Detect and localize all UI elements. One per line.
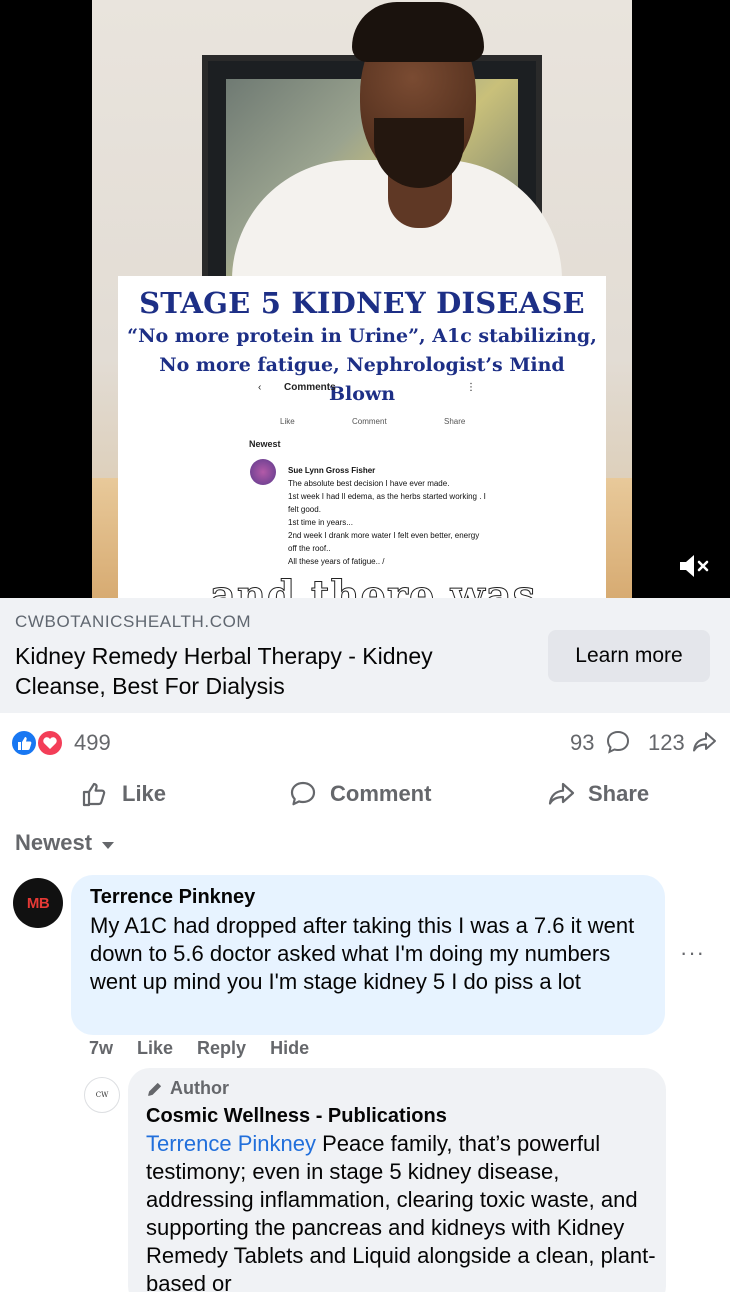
avatar-initials: MB [26,894,50,912]
embedded-line: 2nd week I drank more water I felt even … [288,531,480,553]
ad-headline[interactable]: Kidney Remedy Herbal Therapy - Kidney Cl… [15,641,515,701]
video-player[interactable]: STAGE 5 KIDNEY DISEASE “No more protein … [0,0,730,598]
speaker-muted-icon[interactable] [675,548,711,584]
comment-author[interactable]: Terrence Pinkney [90,886,255,909]
more-options-icon[interactable]: ··· [680,940,710,965]
reaction-count[interactable]: 499 [74,730,111,756]
thumbs-up-icon [82,782,106,807]
comment-label: Comment [330,781,432,806]
embedded-comment: Comment [352,417,387,426]
share-button[interactable]: Share [546,775,649,813]
reply-bubble[interactable]: Author Cosmic Wellness - Publications Te… [128,1068,666,1292]
author-badge-label: Author [170,1078,229,1098]
overlay-title: STAGE 5 KIDNEY DISEASE [139,286,585,320]
comment-bubble[interactable]: Terrence Pinkney My A1C had dropped afte… [71,875,665,1035]
comment-text: My A1C had dropped after taking this I w… [90,913,635,994]
comment-meta: 7w Like Reply Hide [89,1038,309,1059]
share-count[interactable]: 123 [648,730,685,756]
embedded-header: Comments [284,382,336,393]
comment-reply-link[interactable]: Reply [197,1038,246,1059]
comment-sort-dropdown[interactable]: Newest [15,830,115,856]
comment-hide-link[interactable]: Hide [270,1038,309,1059]
embedded-sort: Newest [249,439,281,449]
presenter-hair [352,2,484,62]
reaction-summary: 499 93 123 [0,713,730,771]
share-label: Share [588,781,650,806]
embedded-menu-icon: ⋮ [466,382,476,393]
ad-link-bar[interactable]: CWBOTANICSHEALTH.COM Kidney Remedy Herba… [0,598,730,713]
learn-more-button[interactable]: Learn more [548,630,710,682]
embedded-line: 1st week I had ll edema, as the herbs st… [288,492,486,514]
love-reaction-icon[interactable] [36,729,64,757]
embedded-avatar [250,459,276,485]
author-badge: Author [146,1078,229,1099]
avatar-logo-text: CW [95,1091,109,1099]
embedded-share: Share [444,417,466,426]
comment-bubble-icon [604,728,632,756]
embedded-line: All these years of fatigue.. / [288,557,385,566]
comment-text: Terrence Pinkney Peace family, that’s po… [146,1130,656,1292]
embedded-line: The absolute best decision I have ever m… [288,479,450,488]
share-icon [548,782,575,805]
ad-domain: CWBOTANICSHEALTH.COM [15,612,252,631]
comment-like-link[interactable]: Like [137,1038,173,1059]
comment-count[interactable]: 93 [570,730,594,756]
comment-timestamp[interactable]: 7w [89,1038,113,1059]
video-overlay-card: STAGE 5 KIDNEY DISEASE “No more protein … [118,276,606,598]
post-action-bar: Like Comment Share [0,771,730,815]
avatar[interactable]: MB [13,878,63,928]
share-arrow-icon [690,728,718,756]
overlay-subtitle: “No more protein in Urine”, A1c stabiliz… [127,325,597,405]
caret-down-icon [102,841,115,849]
comment-button[interactable]: Comment [288,775,431,813]
like-label: Like [122,781,167,806]
like-button[interactable]: Like [80,775,166,813]
mention-link[interactable]: Terrence Pinkney [146,1131,316,1156]
embedded-back-icon: ‹ [258,382,262,393]
sort-label: Newest [15,830,93,855]
embedded-line: 1st time in years... [288,518,353,527]
embedded-like: Like [280,417,295,426]
video-caption: and there was [209,572,537,599]
avatar[interactable]: CW [84,1077,120,1113]
embedded-commenter: Sue Lynn Gross Fisher [288,466,376,475]
like-reaction-icon[interactable] [10,729,38,757]
embedded-comment-body: Sue Lynn Gross Fisher The absolute best … [288,464,488,568]
comment-author[interactable]: Cosmic Wellness - Publications [146,1105,447,1128]
comment-icon [290,781,316,806]
pencil-icon [148,1082,161,1096]
